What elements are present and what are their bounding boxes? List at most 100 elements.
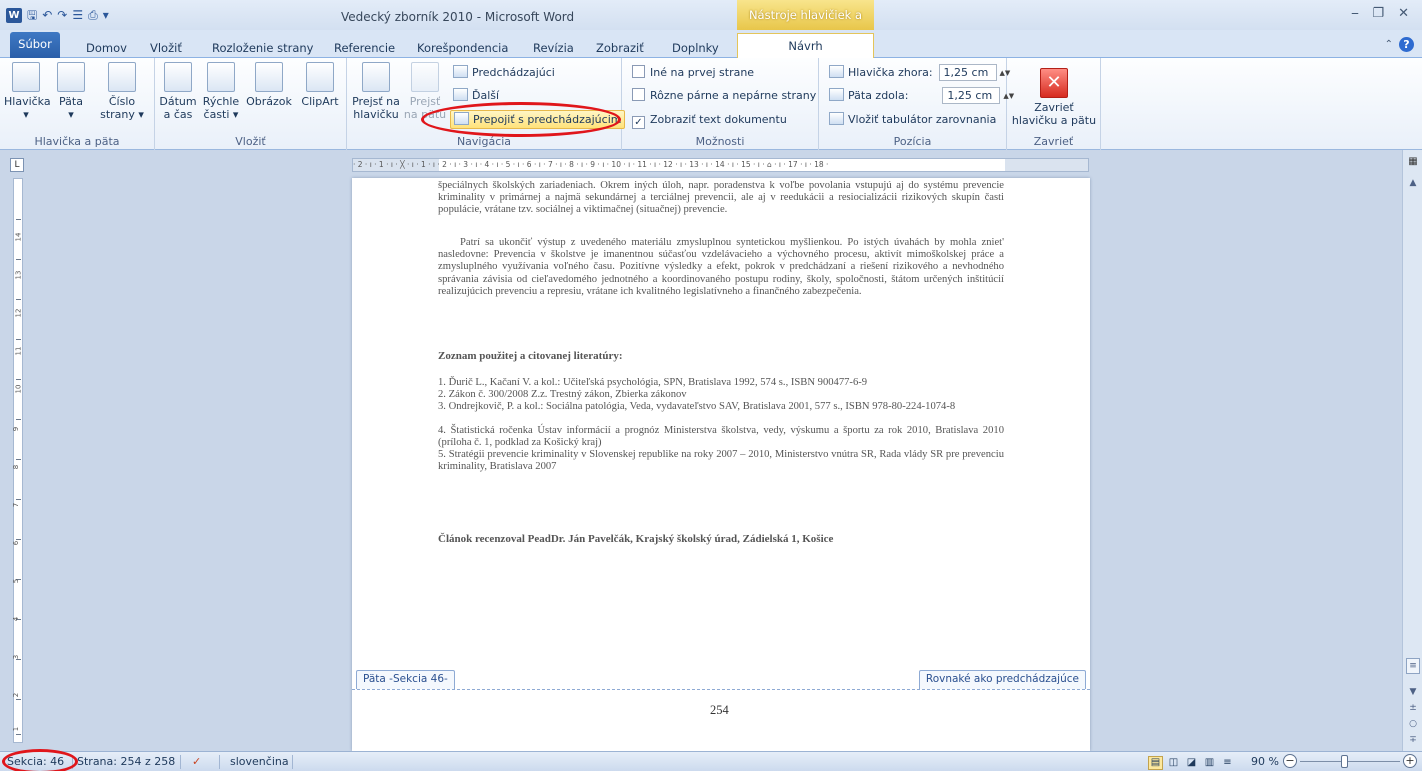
full-screen-reading-icon[interactable]: ◫ — [1166, 756, 1181, 770]
footer-from-bottom-input[interactable]: 1,25 cm — [942, 87, 1001, 104]
proofing-icon[interactable]: ✓ — [192, 752, 201, 771]
date-label-2: a čas — [163, 108, 193, 121]
zoom-out-icon[interactable]: − — [1283, 754, 1297, 768]
footer-from-bottom-control: Päta zdola: 1,25 cm ▲▼ — [829, 87, 1014, 105]
different-odd-even-checkbox[interactable]: Rôzne párne a nepárne strany — [632, 87, 816, 105]
different-first-page-label: Iné na prvej strane — [650, 66, 755, 79]
document-page[interactable]: špeciálnych školských zariadeniach. Okre… — [352, 178, 1090, 751]
horizontal-ruler[interactable]: · 2 · ı · 1 · ı · ╳ · ı · 1 · ı · 2 · ı … — [352, 158, 1089, 172]
calendar-icon — [164, 62, 192, 92]
page-number-icon — [108, 62, 136, 92]
vertical-ruler-number: 13 — [14, 270, 23, 280]
language-indicator[interactable]: slovenčina — [230, 752, 289, 771]
close-icon: ✕ — [1040, 68, 1068, 98]
web-layout-icon[interactable]: ◪ — [1184, 756, 1199, 770]
tab-insert[interactable]: Vložiť — [150, 41, 182, 55]
red-annotation-oval-status — [2, 749, 78, 771]
footer-page-number[interactable]: 254 — [710, 703, 729, 718]
reference-item: 2. Zákon č. 300/2008 Z.z. Trestný zákon,… — [438, 389, 687, 400]
tab-references[interactable]: Referencie — [334, 41, 395, 55]
picture-button[interactable]: Obrázok — [245, 62, 293, 108]
window-title: Vedecký zborník 2010 - Microsoft Word — [341, 10, 575, 24]
zoom-slider-thumb[interactable] — [1340, 755, 1348, 768]
left-rail: L 14 13 12 11 10 9 8 7 6 5 4 3 2 1 — [0, 150, 36, 751]
undo-icon[interactable]: ↶ — [42, 8, 52, 23]
window-controls[interactable]: ⎯ ❐ ✕ — [1352, 6, 1414, 21]
previous-page-icon[interactable]: ± — [1406, 703, 1420, 713]
scroll-down-icon[interactable]: ▼ — [1406, 687, 1420, 697]
customize-qat-icon[interactable]: ▾ — [103, 8, 109, 23]
next-label: Ďalší — [472, 89, 500, 102]
different-first-page-checkbox[interactable]: Iné na prvej strane — [632, 64, 754, 82]
next-section-icon — [453, 88, 468, 101]
word-logo-icon[interactable]: W — [6, 8, 22, 23]
tab-view[interactable]: Zobraziť — [596, 41, 644, 55]
scroll-up-icon[interactable]: ▲ — [1406, 178, 1420, 188]
ribbon-right-controls: ⌃ ? — [1385, 37, 1414, 52]
print-icon[interactable]: ⎙ — [88, 8, 98, 23]
minimize-ribbon-icon[interactable]: ⌃ — [1385, 39, 1393, 50]
header-from-top-input[interactable]: 1,25 cm — [938, 64, 997, 81]
insert-alignment-tab-label: Vložiť tabulátor zarovnania — [848, 113, 997, 126]
page-indicator[interactable]: Strana: 254 z 258 — [77, 752, 175, 771]
print-layout-icon[interactable]: ▤ — [1148, 756, 1163, 770]
title-bar: W 🖫 ↶ ↷ ☰ ⎙ ▾ Vedecký zborník 2010 - Mic… — [0, 0, 1422, 52]
quick-parts-button[interactable]: Rýchle časti ▾ — [201, 62, 241, 121]
header-button[interactable]: Hlavička ▾ — [4, 62, 51, 121]
vertical-ruler-number: 4 — [12, 616, 21, 622]
select-browse-object-icon[interactable]: ○ — [1406, 719, 1420, 729]
tab-mailings[interactable]: Korešpondencia — [417, 41, 508, 55]
zoom-level[interactable]: 90 % — [1251, 752, 1279, 771]
zoom-in-icon[interactable]: + — [1403, 754, 1417, 768]
footer-from-bottom-label: Päta zdola: — [848, 89, 909, 102]
outline-icon[interactable]: ▥ — [1202, 756, 1217, 770]
paragraph: špeciálnych školských zariadeniach. Okre… — [438, 180, 1004, 216]
goto-header-button[interactable]: Prejsť na hlavičku — [351, 62, 401, 121]
header-position-icon — [829, 65, 844, 78]
show-document-text-box: ✓ — [632, 116, 645, 129]
page-number-label: Číslo — [108, 95, 136, 108]
group-navigation-label: Navigácia — [456, 135, 512, 148]
tab-addins[interactable]: Doplnky — [672, 41, 719, 55]
zoom-slider-track[interactable] — [1300, 761, 1400, 762]
footer-button[interactable]: Päta ▾ — [52, 62, 90, 121]
quick-access-toolbar: W 🖫 ↶ ↷ ☰ ⎙ ▾ — [6, 8, 109, 23]
quick-parts-icon — [207, 62, 235, 92]
ruler-toggle-icon[interactable]: ▦ — [1406, 156, 1420, 167]
tab-selector[interactable]: L — [10, 158, 24, 172]
group-options-label: Možnosti — [695, 135, 745, 148]
scroll-thumb[interactable]: ≡ — [1406, 658, 1420, 674]
next-page-icon[interactable]: ∓ — [1406, 735, 1420, 745]
help-icon[interactable]: ? — [1399, 37, 1414, 52]
layout-icon[interactable]: ☰ — [72, 8, 83, 23]
reference-item: 1. Ďurič L., Kačaní V. a kol.: Učiteľská… — [438, 377, 868, 388]
previous-section-button[interactable]: Predchádzajúci — [453, 64, 555, 82]
contextual-tab-title: Nástroje hlavičiek a piat — [737, 0, 874, 52]
save-icon[interactable]: 🖫 — [27, 8, 37, 23]
show-document-text-checkbox[interactable]: ✓ Zobraziť text dokumentu — [632, 111, 787, 129]
tab-page-layout[interactable]: Rozloženie strany — [212, 41, 313, 55]
redo-icon[interactable]: ↷ — [57, 8, 67, 23]
draft-icon[interactable]: ≡ — [1220, 756, 1235, 770]
vertical-ruler-number: 11 — [14, 346, 23, 356]
previous-label: Predchádzajúci — [472, 66, 555, 79]
close-header-footer-button[interactable]: ✕ Zavrieť hlavičku a pätu — [1011, 68, 1097, 127]
close-label: Zavrieť — [1034, 101, 1074, 114]
vertical-scrollbar[interactable]: ▦ ▲ ≡ ▼ ± ○ ∓ — [1402, 150, 1422, 751]
red-annotation-oval-ribbon — [421, 102, 621, 137]
header-dropdown-icon: ▾ — [23, 108, 29, 121]
page-number-button[interactable]: Číslo strany ▾ — [94, 62, 150, 121]
tab-home[interactable]: Domov — [86, 41, 127, 55]
alignment-tab-icon — [829, 112, 844, 125]
group-insert-label: Vložiť — [235, 135, 266, 148]
quick-parts-label-2: časti ▾ — [203, 108, 239, 121]
clipart-button[interactable]: ClipArt — [297, 62, 343, 108]
different-first-page-box — [632, 65, 645, 78]
tab-file[interactable]: Súbor — [10, 32, 60, 58]
date-time-button[interactable]: Dátum a čas — [159, 62, 197, 121]
close-label-2: hlavičku a pätu — [1011, 114, 1097, 127]
header-from-top-control: Hlavička zhora: 1,25 cm ▲▼ — [829, 64, 1010, 82]
tab-design[interactable]: Návrh — [737, 33, 874, 59]
tab-review[interactable]: Revízia — [533, 41, 574, 55]
insert-alignment-tab-button[interactable]: Vložiť tabulátor zarovnania — [829, 111, 996, 129]
